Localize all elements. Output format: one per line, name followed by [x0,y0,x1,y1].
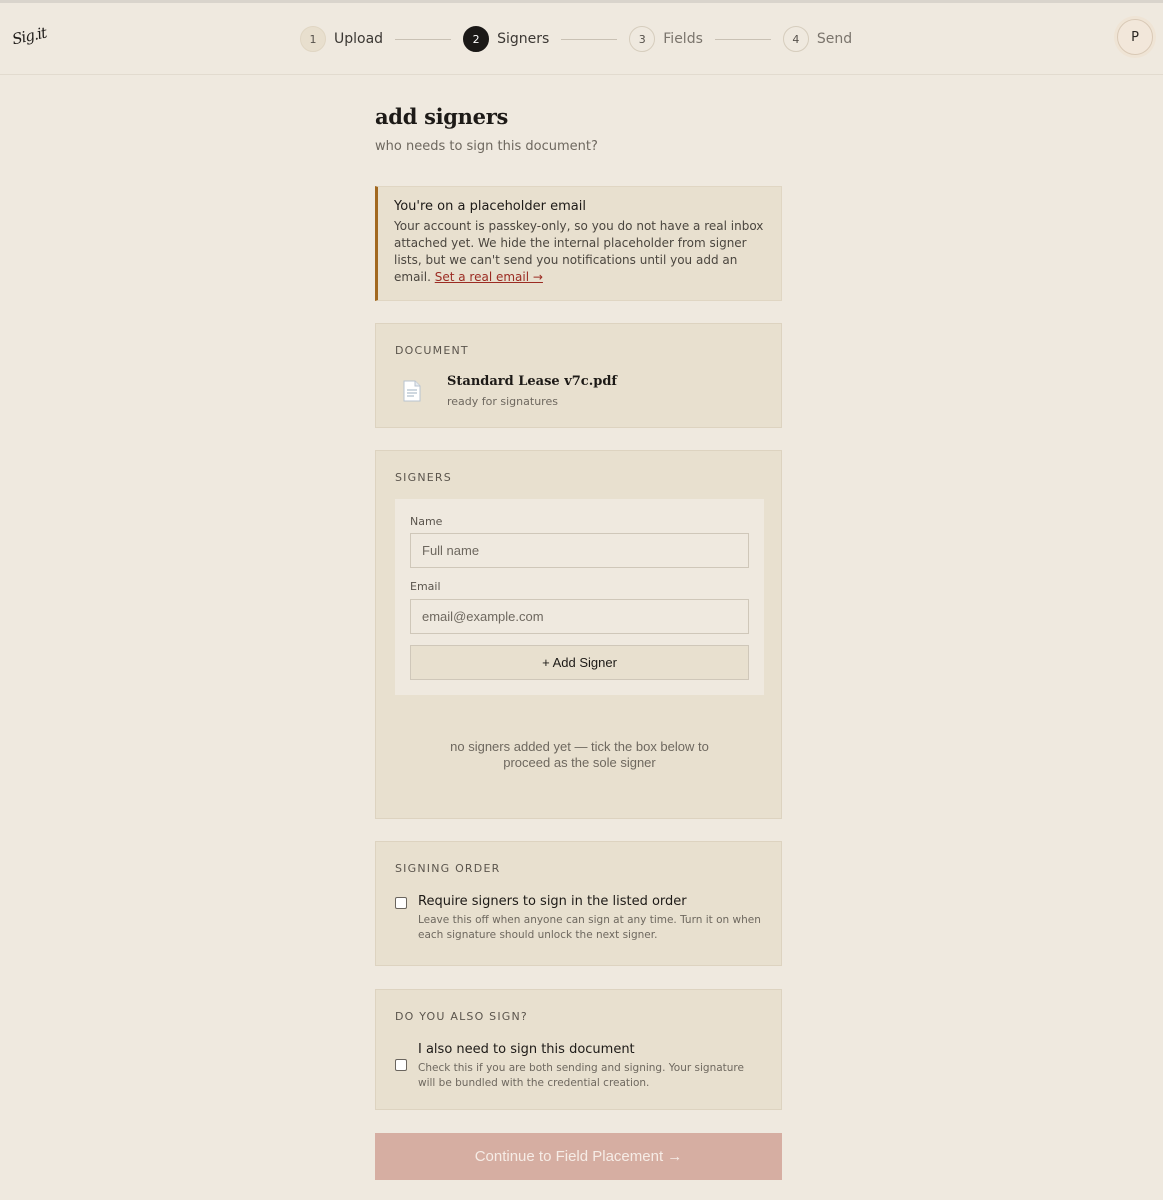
main-content: add signers who needs to sign this docum… [375,104,782,1180]
also-sign-checkbox[interactable] [395,1059,407,1071]
step-number: 4 [782,26,809,52]
document-icon [403,380,421,407]
email-label: Email [410,580,441,593]
name-label: Name [410,515,443,528]
top-bar: Sig.it 1 Upload 2 Signers 3 Fields 4 Sen… [0,3,1163,75]
step-label: Upload [334,31,384,47]
document-section-title: DOCUMENT [395,344,469,357]
also-sign-card: DO YOU ALSO SIGN? I also need to sign th… [375,989,782,1110]
step-connector [395,38,452,40]
set-email-link[interactable]: Set a real email → [435,270,543,284]
page-title: add signers [375,104,508,129]
step-number: 3 [629,26,656,52]
signing-order-checkbox[interactable] [395,897,407,909]
signing-order-section-title: SIGNING ORDER [395,862,501,875]
step-connector [561,38,618,40]
document-status: ready for signatures [447,395,558,408]
signing-order-description: Leave this off when anyone can sign at a… [418,914,761,941]
signers-section-title: SIGNERS [395,471,452,484]
step-label: Send [816,31,853,47]
step-number: 2 [463,26,490,52]
email-input[interactable] [410,599,749,634]
step-label: Signers [497,31,550,47]
user-avatar[interactable]: P [1117,19,1153,55]
add-signer-form: Name Email + Add Signer [395,499,764,695]
step-fields[interactable]: 3 Fields [629,26,703,52]
empty-signers-message: no signers added yet — tick the box belo… [450,739,709,770]
step-number: 1 [300,26,326,52]
step-upload[interactable]: 1 Upload [300,26,383,52]
progress-stepper: 1 Upload 2 Signers 3 Fields 4 Send [300,25,852,53]
step-signers[interactable]: 2 Signers [463,26,549,52]
also-sign-description: Check this if you are both sending and s… [418,1062,744,1089]
placeholder-email-notice: You're on a placeholder email Your accou… [375,186,782,301]
also-sign-label[interactable]: I also need to sign this document [418,1042,635,1057]
step-connector [714,38,771,40]
notice-title: You're on a placeholder email [394,199,586,214]
signing-order-card: SIGNING ORDER Require signers to sign in… [375,841,782,966]
signers-card: SIGNERS Name Email + Add Signer no signe… [375,450,782,819]
document-filename: Standard Lease v7c.pdf [447,374,618,389]
notice-body: Your account is passkey-only, so you do … [394,218,765,286]
name-input[interactable] [410,533,749,568]
continue-button[interactable]: Continue to Field Placement → [375,1133,782,1180]
add-signer-button[interactable]: + Add Signer [410,645,749,680]
step-label: Fields [663,31,703,47]
signing-order-label[interactable]: Require signers to sign in the listed or… [418,894,687,909]
step-send[interactable]: 4 Send [782,26,853,52]
document-card: DOCUMENT Standard Lease v7c.pdf ready fo… [375,323,782,428]
app-logo[interactable]: Sig.it [11,24,48,49]
also-sign-section-title: DO YOU ALSO SIGN? [395,1010,528,1023]
page-subtitle: who needs to sign this document? [375,139,598,154]
